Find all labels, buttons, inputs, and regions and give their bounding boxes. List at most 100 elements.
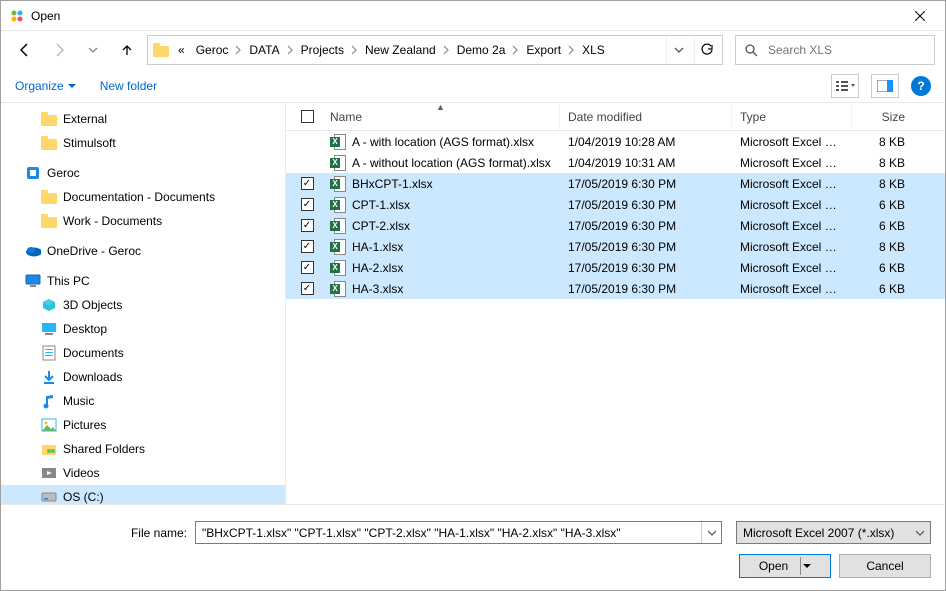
file-date: 17/05/2019 6:30 PM (560, 282, 732, 296)
tree-item[interactable]: Pictures (1, 413, 285, 437)
tree-item[interactable]: Stimulsoft (1, 131, 285, 155)
tree-item[interactable]: Work - Documents (1, 209, 285, 233)
tree-item-label: Documentation - Documents (63, 190, 215, 204)
file-row[interactable]: ✓XCPT-2.xlsx17/05/2019 6:30 PMMicrosoft … (286, 215, 945, 236)
breadcrumb-overflow[interactable]: « (174, 43, 189, 57)
app-icon (25, 165, 41, 181)
search-box[interactable] (735, 35, 935, 65)
row-checkbox[interactable]: ✓ (301, 261, 314, 274)
tree-item[interactable]: External (1, 107, 285, 131)
tree-item[interactable]: Downloads (1, 365, 285, 389)
chevron-down-icon (916, 529, 924, 537)
file-size: 6 KB (852, 282, 945, 296)
column-checkbox[interactable] (292, 103, 322, 130)
column-name[interactable]: ▲Name (322, 103, 560, 130)
new-folder-button[interactable]: New folder (100, 79, 157, 93)
breadcrumb-item[interactable]: New Zealand (362, 41, 439, 59)
chevron-down-icon (68, 82, 76, 90)
tree-item[interactable]: Documents (1, 341, 285, 365)
close-button[interactable] (897, 1, 943, 31)
column-size[interactable]: Size (852, 103, 945, 130)
breadcrumb-item[interactable]: Geroc (193, 41, 232, 59)
file-size: 8 KB (852, 156, 945, 170)
column-date[interactable]: Date modified (560, 103, 732, 130)
tree-item[interactable]: Shared Folders (1, 437, 285, 461)
tree-item[interactable]: OS (C:) (1, 485, 285, 504)
desktop-icon (41, 321, 57, 337)
organize-button[interactable]: Organize (15, 79, 76, 93)
bottom-panel: File name: Microsoft Excel 2007 (*.xlsx)… (1, 504, 945, 590)
breadcrumb-item[interactable]: Demo 2a (454, 41, 509, 59)
downloads-icon (41, 369, 57, 385)
up-button[interactable] (113, 36, 141, 64)
file-name: CPT-1.xlsx (352, 198, 410, 212)
tree-item-label: Desktop (63, 322, 107, 336)
file-rows[interactable]: XA - with location (AGS format).xlsx1/04… (286, 131, 945, 504)
row-checkbox[interactable]: ✓ (301, 240, 314, 253)
file-date: 1/04/2019 10:31 AM (560, 156, 732, 170)
filename-dropdown[interactable] (701, 522, 721, 543)
address-dropdown[interactable] (666, 36, 690, 64)
file-row[interactable]: ✓XHA-3.xlsx17/05/2019 6:30 PMMicrosoft E… (286, 278, 945, 299)
row-checkbox[interactable]: ✓ (301, 219, 314, 232)
address-bar[interactable]: « Geroc DATA Projects New Zealand Demo 2a Exp… (147, 35, 723, 65)
open-button[interactable]: Open (739, 554, 831, 578)
excel-icon: X (330, 239, 346, 255)
file-row[interactable]: XA - with location (AGS format).xlsx1/04… (286, 131, 945, 152)
recent-locations[interactable] (79, 36, 107, 64)
breadcrumb-item[interactable]: Export (523, 41, 564, 59)
forward-button[interactable] (45, 36, 73, 64)
filename-combo[interactable] (195, 521, 722, 544)
file-date: 17/05/2019 6:30 PM (560, 198, 732, 212)
refresh-button[interactable] (694, 36, 718, 64)
search-input[interactable] (766, 42, 926, 58)
row-checkbox[interactable]: ✓ (301, 282, 314, 295)
file-type: Microsoft Excel W... (732, 156, 852, 170)
breadcrumb-item[interactable]: Projects (298, 41, 347, 59)
cancel-button[interactable]: Cancel (839, 554, 931, 578)
file-row[interactable]: ✓XHA-1.xlsx17/05/2019 6:30 PMMicrosoft E… (286, 236, 945, 257)
tree-item[interactable]: OneDrive - Geroc (1, 239, 285, 263)
tree-item-label: Work - Documents (63, 214, 162, 228)
row-checkbox[interactable]: ✓ (301, 177, 314, 190)
file-row[interactable]: XA - without location (AGS format).xlsx1… (286, 152, 945, 173)
help-button[interactable]: ? (911, 76, 931, 96)
filetype-select[interactable]: Microsoft Excel 2007 (*.xlsx) (736, 521, 931, 544)
file-type: Microsoft Excel W... (732, 219, 852, 233)
file-row[interactable]: ✓XHA-2.xlsx17/05/2019 6:30 PMMicrosoft E… (286, 257, 945, 278)
sort-indicator-icon: ▲ (436, 102, 445, 112)
excel-icon: X (330, 134, 346, 150)
file-row[interactable]: ✓XCPT-1.xlsx17/05/2019 6:30 PMMicrosoft … (286, 194, 945, 215)
file-list: ▲Name Date modified Type Size XA - with … (286, 103, 945, 504)
music-icon (41, 393, 57, 409)
back-button[interactable] (11, 36, 39, 64)
folder-icon (41, 135, 57, 151)
pictures-icon (41, 417, 57, 433)
tree-item[interactable]: Desktop (1, 317, 285, 341)
navigation-tree[interactable]: ExternalStimulsoft Geroc Documentation - D… (1, 103, 286, 504)
tree-item[interactable]: Videos (1, 461, 285, 485)
tree-item[interactable]: This PC (1, 269, 285, 293)
file-name: HA-3.xlsx (352, 282, 403, 296)
breadcrumb-list: Geroc DATA Projects New Zealand Demo 2a Expor… (193, 41, 608, 59)
folder-icon (152, 42, 170, 58)
tree-item[interactable]: Documentation - Documents (1, 185, 285, 209)
breadcrumb-item[interactable]: DATA (246, 41, 282, 59)
filename-input[interactable] (196, 522, 701, 543)
breadcrumb-item[interactable]: XLS (579, 41, 608, 59)
tree-item[interactable]: Geroc (1, 161, 285, 185)
file-name: A - without location (AGS format).xlsx (352, 156, 551, 170)
chevron-right-icon (439, 45, 454, 55)
column-type[interactable]: Type (732, 103, 852, 130)
videos-icon (41, 465, 57, 481)
tree-item[interactable]: Music (1, 389, 285, 413)
row-checkbox[interactable]: ✓ (301, 198, 314, 211)
tree-item-label: 3D Objects (63, 298, 122, 312)
chevron-right-icon (283, 45, 298, 55)
preview-pane[interactable] (871, 74, 899, 98)
tree-item[interactable]: 3D Objects (1, 293, 285, 317)
file-name: HA-1.xlsx (352, 240, 403, 254)
view-options[interactable] (831, 74, 859, 98)
file-size: 6 KB (852, 198, 945, 212)
file-row[interactable]: ✓XBHxCPT-1.xlsx17/05/2019 6:30 PMMicroso… (286, 173, 945, 194)
